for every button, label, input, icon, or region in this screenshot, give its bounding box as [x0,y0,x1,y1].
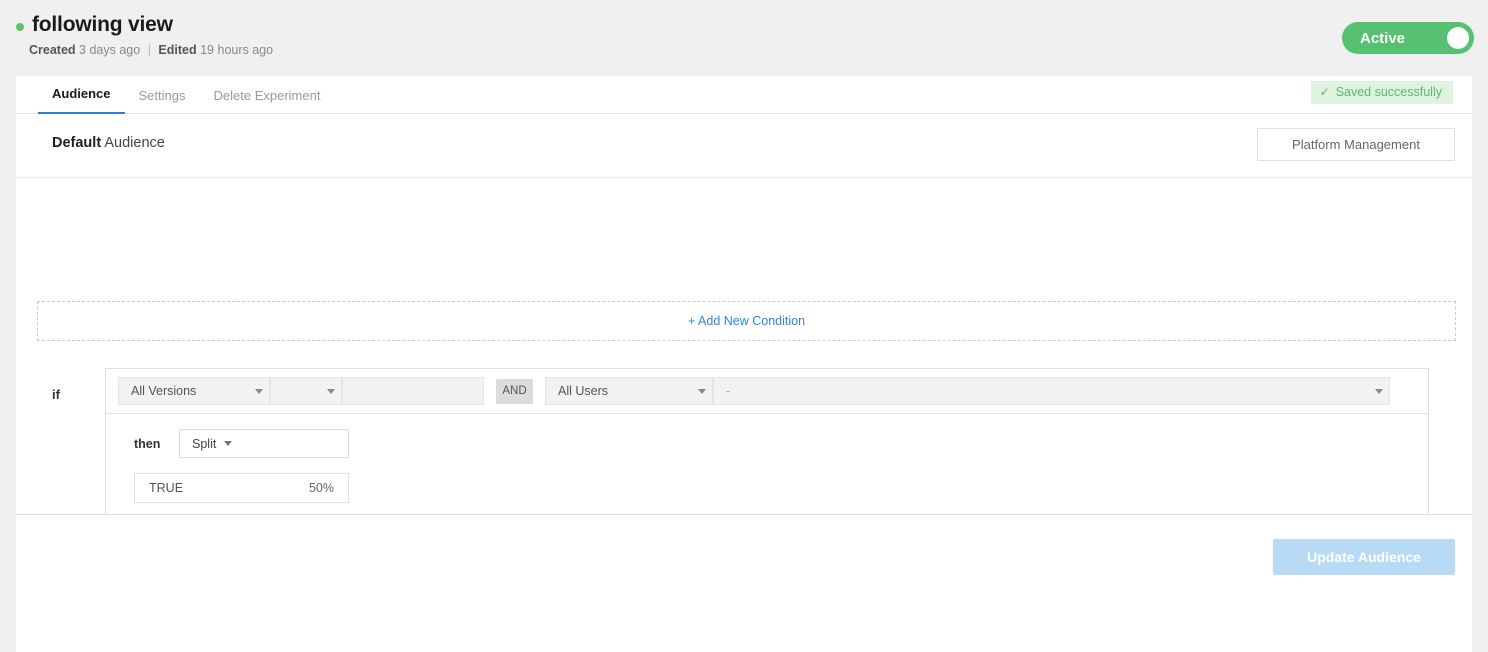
add-new-condition-button[interactable]: + Add New Condition [37,301,1456,341]
then-label: then [134,437,161,451]
saved-text: Saved successfully [1335,85,1442,99]
then-action-value: Split [192,436,217,451]
active-toggle-label: Active [1360,29,1406,47]
tab-settings[interactable]: Settings [125,88,200,114]
chevron-down-icon [255,388,263,394]
audience-title-rest: Audience [101,135,165,151]
then-action-select[interactable]: Split [179,429,349,458]
chevron-down-icon [698,388,706,394]
tab-bar: Audience Settings Delete Experiment ✓ Sa… [16,76,1472,114]
chevron-down-icon [327,388,335,394]
page-header: following view Created 3 days ago | Edit… [0,0,1488,76]
created-label: Created [29,43,76,57]
title-row: following view [16,12,173,38]
users-select-value: All Users [558,384,609,398]
toggle-knob [1447,27,1469,49]
active-status-toggle[interactable]: Active [1342,22,1474,54]
metadata-row: Created 3 days ago | Edited 19 hours ago [29,43,273,58]
check-icon: ✓ [1319,85,1330,99]
operator-select[interactable] [270,377,342,405]
condition-value-input[interactable] [342,377,484,405]
content-card: Audience Settings Delete Experiment ✓ Sa… [16,76,1472,652]
page-title: following view [32,13,173,36]
meta-separator: | [147,43,151,57]
platform-management-button[interactable]: Platform Management [1257,128,1455,161]
update-audience-button[interactable]: Update Audience [1273,539,1455,575]
chevron-down-icon [1375,388,1383,394]
audience-title-strong: Default [52,135,102,151]
edited-label: Edited [158,43,197,57]
status-badge-saved: ✓ Saved successfully [1310,81,1453,104]
edited-value: 19 hours ago [200,43,274,57]
variant-name: TRUE [149,481,184,495]
attribute-select-value: - [726,384,731,398]
attribute-select[interactable]: - [713,377,1390,405]
tab-audience[interactable]: Audience [38,86,125,114]
card-footer: Update Audience [16,514,1472,652]
and-operator-badge[interactable]: AND [496,378,533,404]
audience-header: Default Audience Platform Management [16,114,1472,178]
if-label: if [52,387,60,402]
created-value: 3 days ago [79,43,141,57]
add-new-condition-label: + Add New Condition [687,314,806,328]
version-select-value: All Versions [131,384,197,398]
app-root: following view Created 3 days ago | Edit… [0,0,1488,652]
variant-percent: 50% [308,481,334,495]
chevron-down-icon [224,441,233,446]
users-select[interactable]: All Users [545,377,713,405]
variant-row-true[interactable]: TRUE 50% [134,473,349,503]
tab-delete-experiment[interactable]: Delete Experiment [200,88,335,114]
condition-row: All Versions AND All Users - [106,369,1428,414]
audience-title: Default Audience [52,135,165,151]
status-dot-icon [16,23,24,31]
version-select[interactable]: All Versions [118,377,270,405]
